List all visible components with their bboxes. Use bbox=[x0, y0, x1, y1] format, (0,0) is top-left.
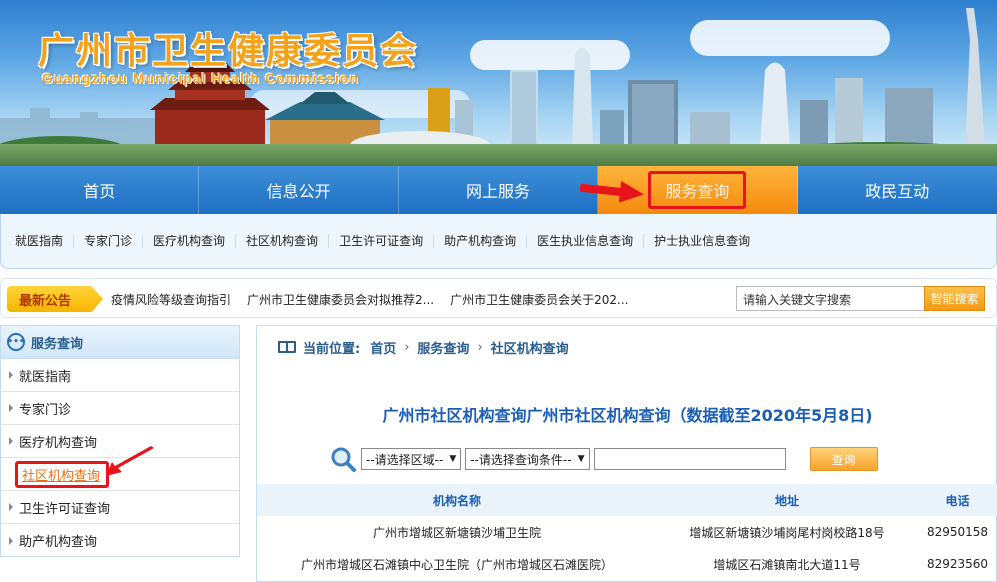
nav-service-query-label: 服务查询 bbox=[648, 171, 747, 209]
breadcrumb: 当前位置: 首页 › 服务查询 › 社区机构查询 bbox=[257, 326, 996, 368]
smart-search-button[interactable]: 智能搜索 bbox=[924, 286, 985, 311]
triangle-right-icon bbox=[9, 503, 13, 511]
triangle-right-icon bbox=[9, 536, 13, 545]
region-select-value: --请选择区域-- bbox=[366, 452, 444, 467]
breadcrumb-current[interactable]: 社区机构查询 bbox=[491, 338, 569, 357]
breadcrumb-home[interactable]: 首页 bbox=[370, 338, 396, 357]
subnav-health-license-query[interactable]: 卫生许可证查询 bbox=[329, 234, 435, 248]
nav-home[interactable]: 首页 bbox=[0, 166, 200, 214]
twisted-tower bbox=[572, 47, 593, 150]
nav-online-service-label: 网上服务 bbox=[465, 182, 530, 201]
magnifier-icon bbox=[331, 447, 356, 472]
breadcrumb-separator: › bbox=[477, 339, 483, 355]
triangle-right-icon bbox=[9, 371, 13, 379]
sidebar-item-label: 社区机构查询 bbox=[15, 460, 110, 488]
ground bbox=[0, 144, 997, 166]
site-subtitle: Guangzhou Municipal Health Commission bbox=[42, 70, 360, 86]
sidebar-item-medical-guide[interactable]: 就医指南 bbox=[1, 359, 239, 392]
notice-item[interactable]: 广州市卫生健康委员会关于202... bbox=[450, 291, 628, 308]
cell-name: 广州市增城区新塘镇沙埔卫生院 bbox=[372, 525, 541, 540]
tower bbox=[760, 62, 790, 150]
subnav-midwifery-institution-query[interactable]: 助产机构查询 bbox=[434, 234, 528, 248]
breadcrumb-label: 当前位置: bbox=[303, 341, 361, 357]
sidebar-item-label: 就医指南 bbox=[19, 369, 72, 385]
sidebar-item-label: 卫生许可证查询 bbox=[19, 501, 111, 517]
table-header-row: 机构名称 地址 电话 bbox=[257, 484, 997, 516]
subnav-doctor-license-query[interactable]: 医生执业信息查询 bbox=[527, 234, 645, 248]
sidebar-item-expert-clinic[interactable]: 专家门诊 bbox=[1, 392, 239, 425]
cell-address: 增城区新塘镇沙埔岗尾村岗校路18号 bbox=[689, 525, 885, 540]
query-input[interactable] bbox=[593, 448, 786, 470]
condition-select-value: --请选择查询条件-- bbox=[470, 452, 572, 467]
chat-bubble-icon: ••• bbox=[7, 333, 25, 351]
query-form: --请选择区域-- ▼ --请选择查询条件-- ▼ 查询 bbox=[329, 446, 878, 472]
column-header-name: 机构名称 bbox=[432, 493, 481, 508]
subnav-nurse-license-query[interactable]: 护士执业信息查询 bbox=[644, 234, 760, 248]
page-title: 广州市社区机构查询广州市社区机构查询（数据截至2020年5月8日) bbox=[382, 406, 873, 425]
canton-tower bbox=[965, 8, 985, 150]
notice-list: 疫情风险等级查询指引 广州市卫生健康委员会对拟推荐2... 广州市卫生健康委员会… bbox=[111, 279, 644, 319]
query-button[interactable]: 查询 bbox=[809, 447, 878, 471]
cell-phone: 82950158 bbox=[926, 525, 989, 539]
sidebar-item-midwifery-institution-query[interactable]: 助产机构查询 bbox=[1, 524, 239, 557]
triangle-right-icon bbox=[9, 437, 13, 445]
triangle-right-icon bbox=[9, 404, 13, 412]
cell-phone: 82923560 bbox=[926, 557, 989, 571]
sub-navigation: 就医指南 专家门诊 医疗机构查询 社区机构查询 卫生许可证查询 助产机构查询 医… bbox=[0, 214, 997, 269]
header-banner: 广州市卫生健康委员会 Guangzhou Municipal Health Co… bbox=[0, 0, 997, 166]
breadcrumb-separator: › bbox=[404, 339, 410, 355]
subnav-medical-guide[interactable]: 就医指南 bbox=[5, 234, 75, 248]
notice-item[interactable]: 广州市卫生健康委员会对拟推荐2... bbox=[247, 291, 434, 308]
red-arrow-icon bbox=[106, 446, 154, 476]
location-book-icon bbox=[278, 341, 296, 353]
dropdown-arrow-icon: ▼ bbox=[449, 454, 457, 464]
sidebar-item-label: 专家门诊 bbox=[19, 402, 72, 418]
sidebar-title: 服务查询 bbox=[31, 336, 84, 352]
subnav-expert-clinic[interactable]: 专家门诊 bbox=[74, 234, 144, 248]
sidebar-item-health-license-query[interactable]: 卫生许可证查询 bbox=[1, 491, 239, 524]
sidebar-item-label: 助产机构查询 bbox=[19, 535, 98, 550]
search-input[interactable]: 请输入关键文字搜索 bbox=[736, 286, 925, 311]
table-row: 广州市增城区新塘镇沙埔卫生院 增城区新塘镇沙埔岗尾村岗校路18号 8295015… bbox=[257, 516, 997, 548]
notice-item[interactable]: 疫情风险等级查询指引 bbox=[111, 291, 231, 308]
notice-label: 最新公告 bbox=[7, 286, 103, 312]
nav-online-service[interactable]: 网上服务 bbox=[399, 166, 599, 214]
results-table: 机构名称 地址 电话 广州市增城区新塘镇沙埔卫生院 增城区新塘镇沙埔岗尾村岗校路… bbox=[257, 484, 997, 580]
region-select[interactable]: --请选择区域-- ▼ bbox=[361, 448, 462, 470]
sidebar-header: ••• 服务查询 bbox=[1, 326, 239, 359]
condition-select[interactable]: --请选择查询条件-- ▼ bbox=[465, 448, 590, 470]
nav-public-interaction-label: 政民互动 bbox=[865, 182, 930, 201]
cell-name: 广州市增城区石滩镇中心卫生院（广州市增城区石滩医院） bbox=[300, 557, 613, 572]
subnav-community-institution-query[interactable]: 社区机构查询 bbox=[236, 234, 330, 248]
sidebar-item-label: 医疗机构查询 bbox=[19, 435, 98, 451]
cell-address: 增城区石滩镇南北大道11号 bbox=[713, 557, 861, 572]
breadcrumb-service-query[interactable]: 服务查询 bbox=[417, 338, 469, 357]
nav-info-disclosure-label: 信息公开 bbox=[266, 182, 331, 201]
site-title: 广州市卫生健康委员会 bbox=[38, 31, 419, 72]
nav-info-disclosure[interactable]: 信息公开 bbox=[199, 166, 399, 214]
column-header-phone: 电话 bbox=[945, 493, 970, 508]
nav-home-label: 首页 bbox=[83, 182, 116, 201]
red-arrow-icon bbox=[580, 180, 644, 203]
column-header-address: 地址 bbox=[774, 493, 799, 508]
table-row: 广州市增城区石滩镇中心卫生院（广州市增城区石滩医院） 增城区石滩镇南北大道11号… bbox=[257, 548, 997, 580]
main-navigation: 首页 信息公开 网上服务 服务查询 政民互动 bbox=[0, 166, 997, 214]
dropdown-arrow-icon: ▼ bbox=[577, 454, 585, 464]
sidebar: ••• 服务查询 就医指南 专家门诊 医疗机构查询 社区机构查询 卫生许可证查询… bbox=[0, 325, 240, 557]
subnav-medical-institution-query[interactable]: 医疗机构查询 bbox=[143, 234, 237, 248]
main-content: 当前位置: 首页 › 服务查询 › 社区机构查询 广州市社区机构查询广州市社区机… bbox=[256, 325, 997, 582]
nav-public-interaction[interactable]: 政民互动 bbox=[798, 166, 997, 214]
